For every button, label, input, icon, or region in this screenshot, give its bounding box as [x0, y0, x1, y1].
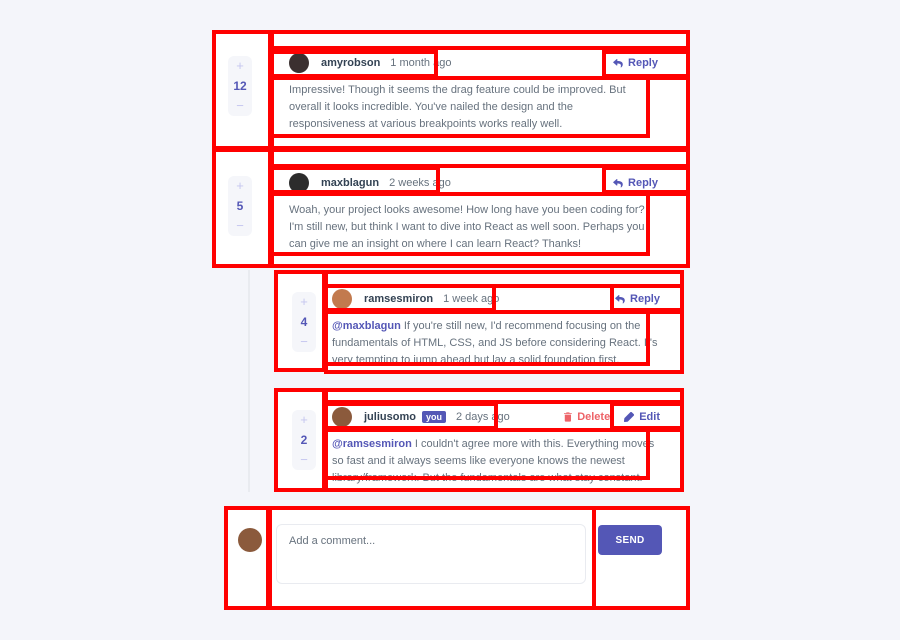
reply-header: juliusomo you 2 days ago Delete Edit [332, 406, 668, 428]
edit-button[interactable]: Edit [624, 411, 660, 423]
comment-actions: Reply [613, 57, 658, 69]
avatar [332, 407, 352, 427]
reply-card: + 4 − ramsesmiron 1 week ago Reply @maxb… [276, 272, 684, 372]
send-button[interactable]: SEND [598, 525, 662, 555]
timestamp: 1 week ago [443, 293, 500, 305]
comment-header: amyrobson 1 month ago Reply [289, 52, 674, 74]
current-user-avatar [238, 528, 262, 552]
comment-actions: Reply [613, 177, 658, 189]
timestamp: 1 month ago [390, 57, 452, 69]
delete-button[interactable]: Delete [564, 411, 610, 423]
comment-text: Woah, your project looks awesome! How lo… [289, 204, 645, 250]
downvote-icon[interactable]: − [236, 219, 244, 232]
vote-counter: + 2 − [292, 410, 316, 470]
downvote-icon[interactable]: − [300, 335, 308, 348]
score: 2 [300, 433, 308, 447]
reply-label: Reply [628, 177, 658, 189]
downvote-icon[interactable]: − [300, 453, 308, 466]
reply-label: Reply [628, 57, 658, 69]
avatar [332, 289, 352, 309]
reply-text: @maxblagun If you're still new, I'd reco… [332, 318, 668, 369]
reply-button[interactable]: Reply [613, 57, 658, 69]
reply-icon [615, 294, 625, 303]
reply-icon [613, 178, 623, 187]
reply-button[interactable]: Reply [615, 293, 660, 305]
trash-icon [564, 412, 572, 422]
comment-text: Impressive! Though it seems the drag fea… [289, 84, 626, 130]
comment-card: + 5 − maxblagun 2 weeks ago Reply Woah, … [212, 152, 690, 266]
vote-counter: + 5 − [228, 176, 252, 236]
username[interactable]: amyrobson [321, 57, 380, 69]
reply-card: + 2 − juliusomo you 2 days ago Delete Ed… [276, 390, 684, 490]
reply-actions: Delete Edit [564, 411, 660, 423]
score: 12 [233, 79, 247, 93]
comment-content: maxblagun 2 weeks ago Reply Woah, your p… [289, 172, 674, 250]
upvote-icon[interactable]: + [236, 179, 244, 192]
username[interactable]: juliusomo [364, 411, 416, 423]
avatar [289, 53, 309, 73]
add-comment-card: SEND [226, 508, 690, 608]
vote-counter: + 12 − [228, 56, 252, 116]
reply-label: Reply [630, 293, 660, 305]
username[interactable]: ramsesmiron [364, 293, 433, 305]
comment-card: + 12 − amyrobson 1 month ago Reply Impre… [212, 32, 690, 148]
pencil-icon [624, 412, 635, 422]
timestamp: 2 days ago [455, 411, 510, 423]
vote-counter: + 4 − [292, 292, 316, 352]
reply-content: juliusomo you 2 days ago Delete Edit @ra… [332, 406, 668, 484]
timestamp: 2 weeks ago [389, 177, 451, 189]
delete-label: Delete [577, 411, 611, 423]
you-badge: you [421, 411, 446, 423]
reply-icon [613, 58, 623, 67]
downvote-icon[interactable]: − [236, 99, 244, 112]
reply-button[interactable]: Reply [613, 177, 658, 189]
reply-thread-line [248, 270, 250, 492]
username[interactable]: maxblagun [321, 177, 379, 189]
mention-link[interactable]: @maxblagun [332, 320, 401, 332]
comment-content: amyrobson 1 month ago Reply Impressive! … [289, 52, 674, 130]
score: 5 [236, 199, 244, 213]
upvote-icon[interactable]: + [300, 413, 308, 426]
reply-content: ramsesmiron 1 week ago Reply @maxblagun … [332, 288, 668, 366]
reply-header: ramsesmiron 1 week ago Reply [332, 288, 668, 310]
upvote-icon[interactable]: + [300, 295, 308, 308]
avatar [289, 173, 309, 193]
edit-label: Edit [639, 411, 660, 423]
comment-header: maxblagun 2 weeks ago Reply [289, 172, 674, 194]
mention-link[interactable]: @ramsesmiron [332, 438, 412, 450]
reply-actions: Reply [615, 293, 660, 305]
score: 4 [300, 315, 308, 329]
comment-input[interactable] [276, 524, 586, 584]
reply-text: @ramsesmiron I couldn't agree more with … [332, 436, 668, 487]
upvote-icon[interactable]: + [236, 59, 244, 72]
